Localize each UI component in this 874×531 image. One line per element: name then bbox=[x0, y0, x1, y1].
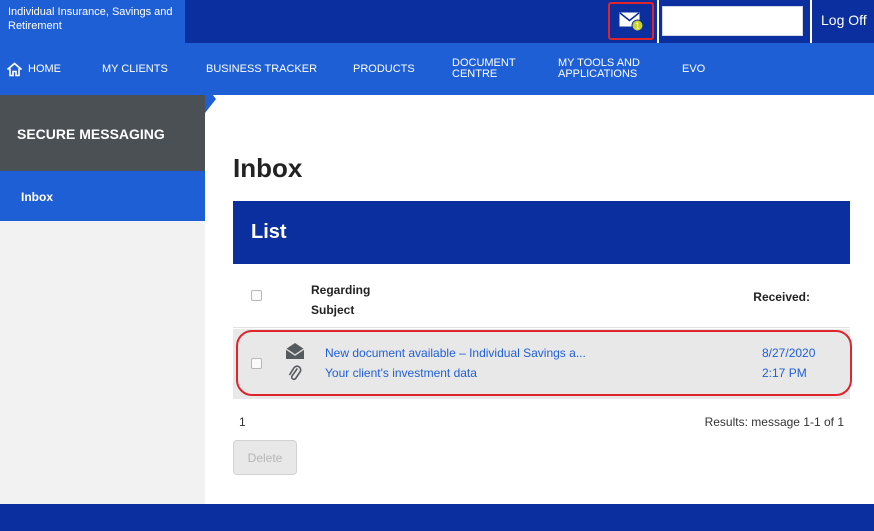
results-count: Results: message 1-1 of 1 bbox=[704, 415, 844, 429]
brand-title[interactable]: Individual Insurance, Savings and Retire… bbox=[0, 0, 185, 43]
top-bar: Individual Insurance, Savings and Retire… bbox=[0, 0, 874, 43]
main-nav: HOME MY CLIENTS BUSINESS TRACKER PRODUCT… bbox=[0, 43, 874, 95]
page-title: Inbox bbox=[233, 153, 303, 183]
message-regarding-link[interactable]: New document available – Individual Savi… bbox=[325, 346, 586, 360]
column-regarding: Regarding Subject bbox=[311, 280, 370, 320]
nav-evo[interactable]: EVO bbox=[682, 43, 705, 95]
home-icon bbox=[6, 61, 23, 76]
divider bbox=[657, 0, 659, 43]
nav-document-centre-line2: CENTRE bbox=[452, 68, 498, 80]
message-subject-link[interactable]: Your client's investment data bbox=[325, 366, 477, 380]
nav-business-tracker[interactable]: BUSINESS TRACKER bbox=[206, 43, 317, 95]
list-header: List bbox=[233, 201, 850, 264]
opened-envelope-icon bbox=[285, 343, 305, 359]
table-header: Regarding Subject Received: bbox=[233, 264, 850, 328]
search-input[interactable] bbox=[662, 6, 803, 36]
nav-products[interactable]: PRODUCTS bbox=[353, 43, 415, 95]
log-off-link[interactable]: Log Off bbox=[821, 12, 867, 28]
page-number[interactable]: 1 bbox=[239, 415, 246, 429]
column-subject-label: Subject bbox=[311, 303, 355, 317]
envelope-notification-icon: 1 bbox=[619, 12, 644, 32]
select-all-checkbox[interactable] bbox=[251, 290, 262, 301]
sidebar: SECURE MESSAGING Inbox bbox=[0, 95, 205, 531]
message-date: 8/27/2020 bbox=[762, 346, 816, 360]
active-item-arrow bbox=[205, 85, 216, 113]
message-time: 2:17 PM bbox=[762, 366, 807, 380]
nav-my-clients[interactable]: MY CLIENTS bbox=[102, 43, 168, 95]
footer-bar bbox=[0, 504, 874, 531]
column-received: Received: bbox=[753, 290, 810, 304]
sidebar-item-inbox[interactable]: Inbox bbox=[0, 171, 205, 221]
nav-document-centre[interactable]: DOCUMENT CENTRE bbox=[452, 43, 516, 95]
nav-home-label: HOME bbox=[28, 62, 61, 75]
attachment-icon bbox=[289, 365, 302, 381]
table-row[interactable] bbox=[233, 329, 850, 399]
sidebar-title: SECURE MESSAGING bbox=[0, 95, 205, 171]
divider bbox=[810, 0, 812, 43]
messages-button[interactable]: 1 bbox=[608, 2, 654, 40]
mail-badge-count: 1 bbox=[635, 22, 640, 31]
nav-my-tools-line2: APPLICATIONS bbox=[558, 68, 638, 80]
nav-my-tools[interactable]: MY TOOLS AND APPLICATIONS bbox=[558, 43, 640, 95]
row-checkbox[interactable] bbox=[251, 358, 262, 369]
delete-button[interactable]: Delete bbox=[233, 440, 297, 475]
column-regarding-label: Regarding bbox=[311, 283, 371, 297]
nav-home[interactable]: HOME bbox=[6, 43, 61, 95]
